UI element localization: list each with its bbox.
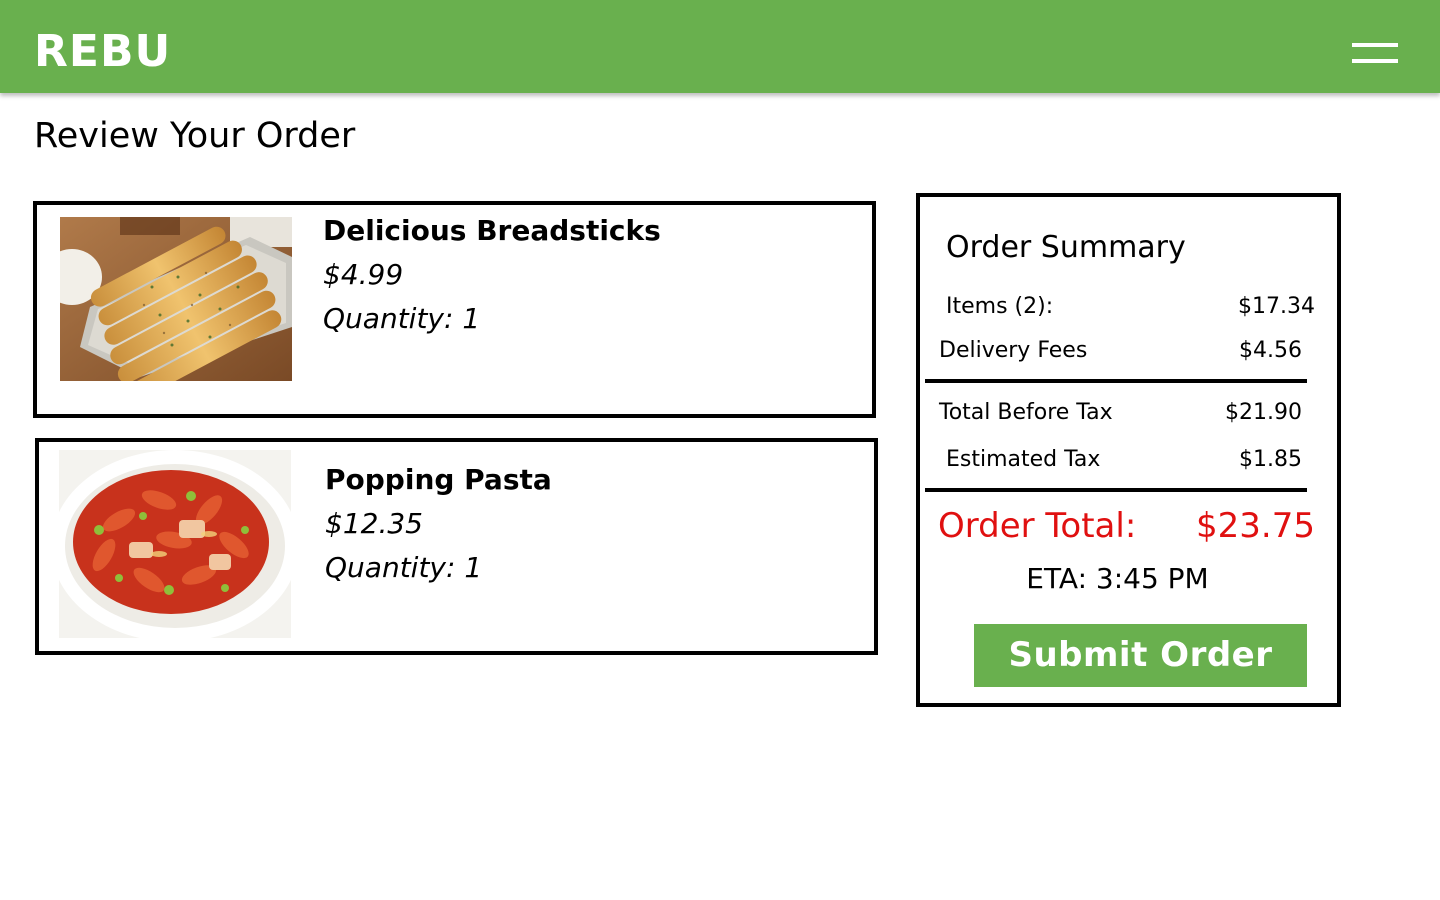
cart-item-card: Delicious Breadsticks $4.99 Quantity: 1 <box>33 201 876 418</box>
item-quantity: Quantity: 1 <box>325 551 483 584</box>
pasta-image <box>59 450 291 638</box>
order-total-label: Order Total: <box>938 506 1137 546</box>
hamburger-menu-button[interactable] <box>1346 36 1404 72</box>
items-subtotal-value: $17.34 <box>1238 294 1315 319</box>
delivery-fees-label: Delivery Fees <box>939 338 1088 363</box>
total-before-tax-value: $21.90 <box>1225 400 1302 425</box>
delivery-fees-value: $4.56 <box>1239 338 1302 363</box>
total-before-tax-label: Total Before Tax <box>939 400 1113 425</box>
menu-icon-bar <box>1352 59 1398 63</box>
eta-text: ETA: 3:45 PM <box>1026 562 1209 595</box>
brand-logo-text[interactable]: REBU <box>34 24 171 80</box>
item-price: $12.35 <box>325 507 423 540</box>
item-price: $4.99 <box>323 258 404 291</box>
page-title: Review Your Order <box>34 116 356 156</box>
items-subtotal-label: Items (2): <box>946 294 1054 319</box>
menu-icon-bar <box>1352 43 1398 47</box>
submit-order-button[interactable]: Submit Order <box>974 624 1307 687</box>
breadsticks-image <box>60 217 292 381</box>
cart-item-card: Popping Pasta $12.35 Quantity: 1 <box>35 438 878 655</box>
item-name: Popping Pasta <box>325 463 552 496</box>
order-summary-title: Order Summary <box>946 230 1186 265</box>
top-navigation-bar: REBU <box>0 0 1440 93</box>
estimated-tax-label: Estimated Tax <box>946 447 1101 472</box>
item-quantity: Quantity: 1 <box>323 302 481 335</box>
estimated-tax-value: $1.85 <box>1239 447 1302 472</box>
summary-divider <box>925 488 1307 492</box>
order-summary-panel: Order Summary Items (2): $17.34 Delivery… <box>916 193 1341 707</box>
summary-divider <box>925 379 1307 383</box>
item-name: Delicious Breadsticks <box>323 214 661 247</box>
order-total-value: $23.75 <box>1196 506 1315 546</box>
